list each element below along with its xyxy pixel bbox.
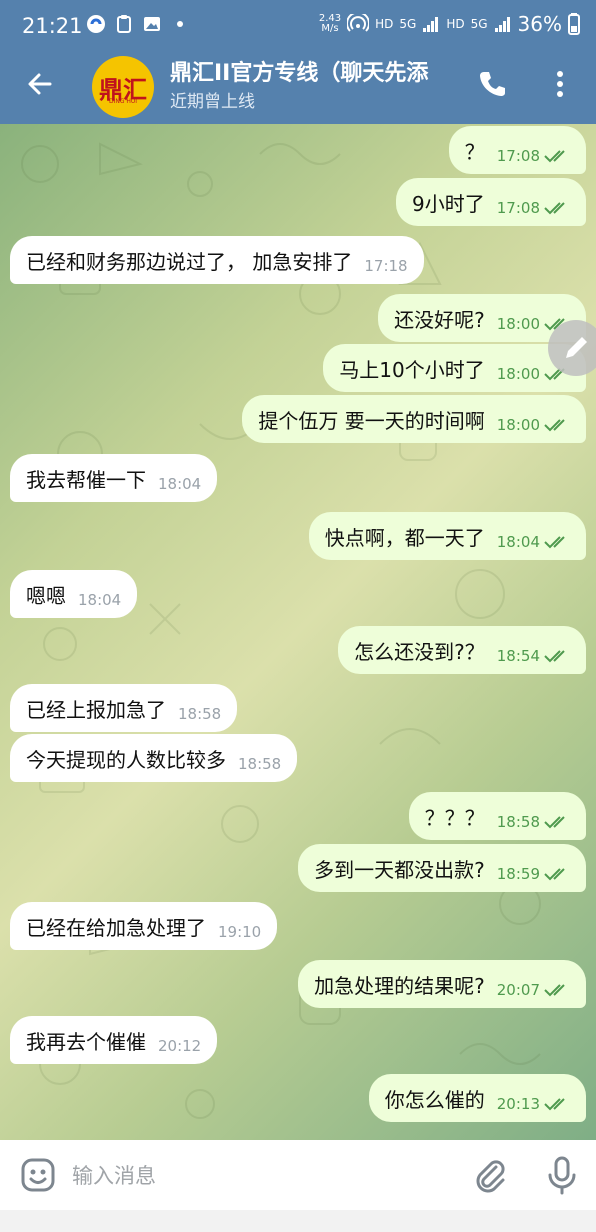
message-bubble-incoming[interactable]: 已经和财务那边说过了， 加急安排了 17:18 <box>10 236 424 284</box>
edit-pencil-button[interactable] <box>548 320 596 376</box>
message-text: 已经在给加急处理了 <box>26 915 206 940</box>
double-check-icon <box>544 536 565 549</box>
message-text: 提个伍万 要一天的时间啊 <box>258 408 485 433</box>
more-vertical-icon[interactable] <box>548 68 572 100</box>
hd-label-1: HD <box>375 17 394 31</box>
message-text: 多到一天都没出款? <box>314 857 485 882</box>
message-time: 20:07 <box>496 981 540 999</box>
network-speed: 2.43 M/s <box>319 14 341 34</box>
battery-percent: 36% <box>517 12 562 36</box>
message-time: 18:04 <box>78 591 122 609</box>
microphone-icon[interactable] <box>544 1155 580 1195</box>
message-text: 还没好呢? <box>394 307 485 332</box>
message-bubble-incoming[interactable]: 嗯嗯 18:04 <box>10 570 138 618</box>
signal-icon-1 <box>423 17 439 32</box>
message-time: 18:59 <box>496 865 540 883</box>
message-text: 9小时了 <box>412 191 485 216</box>
emoji-icon[interactable] <box>20 1157 56 1193</box>
message-time: 20:13 <box>496 1095 540 1113</box>
message-text: 已经上报加急了 <box>26 697 166 722</box>
system-navigation-bar <box>0 1210 596 1232</box>
message-time: 18:58 <box>178 705 222 723</box>
double-check-icon <box>544 1098 565 1111</box>
message-bubble-incoming[interactable]: 我去帮催一下 18:04 <box>10 454 218 502</box>
message-time: 18:00 <box>496 416 540 434</box>
message-bubble-incoming[interactable]: 今天提现的人数比较多 18:58 <box>10 734 298 782</box>
message-time: 17:08 <box>496 199 540 217</box>
message-text: 我去帮催一下 <box>26 467 146 492</box>
battery-icon <box>568 13 580 35</box>
message-text: 嗯嗯 <box>26 583 66 608</box>
double-check-icon <box>544 419 565 432</box>
message-time: 18:04 <box>496 533 540 551</box>
message-time: 18:04 <box>158 475 202 493</box>
composer-bar <box>0 1140 596 1210</box>
message-text: 我再去个催催 <box>26 1029 146 1054</box>
double-check-icon <box>544 816 565 829</box>
message-time: 18:00 <box>496 315 540 333</box>
message-time: 18:58 <box>238 755 282 773</box>
notification-icons <box>86 14 190 34</box>
status-right: 2.43 M/s HD 5G HD 5G 36% <box>319 12 580 36</box>
double-check-icon <box>544 984 565 997</box>
double-check-icon <box>544 202 565 215</box>
message-text: ？ <box>464 139 485 164</box>
message-text: 你怎么催的 <box>384 1087 485 1112</box>
message-bubble-outgoing[interactable]: 快点啊，都一天了 18:04 <box>308 512 586 560</box>
status-time: 21:21 <box>22 14 83 38</box>
clipboard-icon <box>117 15 131 33</box>
message-list[interactable]: ？ 17:08 9小时了 17:08 已经和财务那边说过了， 加急安排了 17:… <box>0 124 596 1140</box>
chat-title[interactable]: 鼎汇II官方专线（聊天先添 <box>170 55 460 87</box>
message-text: 快点啊，都一天了 <box>324 525 485 550</box>
message-text: 已经和财务那边说过了， 加急安排了 <box>26 249 353 274</box>
message-bubble-outgoing[interactable]: 提个伍万 要一天的时间啊 18:00 <box>242 395 586 443</box>
back-arrow-icon[interactable] <box>24 68 56 100</box>
message-time: 17:08 <box>496 147 540 165</box>
message-bubble-outgoing[interactable]: 马上10个小时了 18:00 <box>323 344 586 392</box>
message-bubble-incoming[interactable]: 已经在给加急处理了 19:10 <box>10 902 278 950</box>
network-type-1: 5G <box>399 17 417 31</box>
double-check-icon <box>544 150 565 163</box>
message-bubble-outgoing[interactable]: 9小时了 17:08 <box>396 178 586 226</box>
network-type-2: 5G <box>470 17 488 31</box>
dot-icon <box>177 21 183 27</box>
message-text: 今天提现的人数比较多 <box>26 747 226 772</box>
message-text: 怎么还没到?？ <box>354 639 485 664</box>
message-input[interactable] <box>70 1157 454 1195</box>
message-bubble-incoming[interactable]: 已经上报加急了 18:58 <box>10 684 238 732</box>
message-time: 18:58 <box>496 813 540 831</box>
message-time: 18:00 <box>496 365 540 383</box>
signal-icon-2 <box>494 17 510 32</box>
message-bubble-outgoing[interactable]: 你怎么催的 20:13 <box>368 1074 586 1122</box>
message-time: 17:18 <box>364 257 408 275</box>
chat-header: 鼎汇 DING HUI 鼎汇II官方专线（聊天先添 近期曾上线 <box>0 52 596 124</box>
message-time: 19:10 <box>218 923 262 941</box>
message-bubble-outgoing[interactable]: 多到一天都没出款? 18:59 <box>298 844 586 892</box>
paperclip-icon[interactable] <box>472 1157 508 1193</box>
app-notification-icon <box>87 15 105 33</box>
chat-status: 近期曾上线 <box>170 92 255 112</box>
message-time: 20:12 <box>158 1037 202 1055</box>
pencil-icon <box>566 337 587 358</box>
hd-label-2: HD <box>446 17 465 31</box>
message-bubble-incoming[interactable]: 我再去个催催 20:12 <box>10 1016 218 1064</box>
message-bubble-outgoing[interactable]: ？？？ 18:58 <box>408 792 586 840</box>
phone-icon[interactable] <box>476 68 508 100</box>
message-text: 马上10个小时了 <box>339 357 485 382</box>
message-bubble-outgoing[interactable]: 加急处理的结果呢? 20:07 <box>298 960 586 1008</box>
avatar[interactable]: 鼎汇 DING HUI <box>92 56 154 118</box>
message-bubble-outgoing[interactable]: 怎么还没到?？ 18:54 <box>338 626 586 674</box>
double-check-icon <box>544 868 565 881</box>
gallery-icon <box>144 17 160 31</box>
message-time: 18:54 <box>496 647 540 665</box>
network-speed-unit: M/s <box>321 23 339 34</box>
hotspot-icon <box>347 14 370 32</box>
message-text: ？？？ <box>424 805 485 830</box>
status-bar: 21:21 2.43 M/s HD 5G HD 5G 36% <box>0 0 596 52</box>
avatar-logo-subtext: DING HUI <box>108 98 138 105</box>
message-bubble-outgoing[interactable]: ？ 17:08 <box>448 126 586 174</box>
message-text: 加急处理的结果呢? <box>314 973 485 998</box>
double-check-icon <box>544 650 565 663</box>
